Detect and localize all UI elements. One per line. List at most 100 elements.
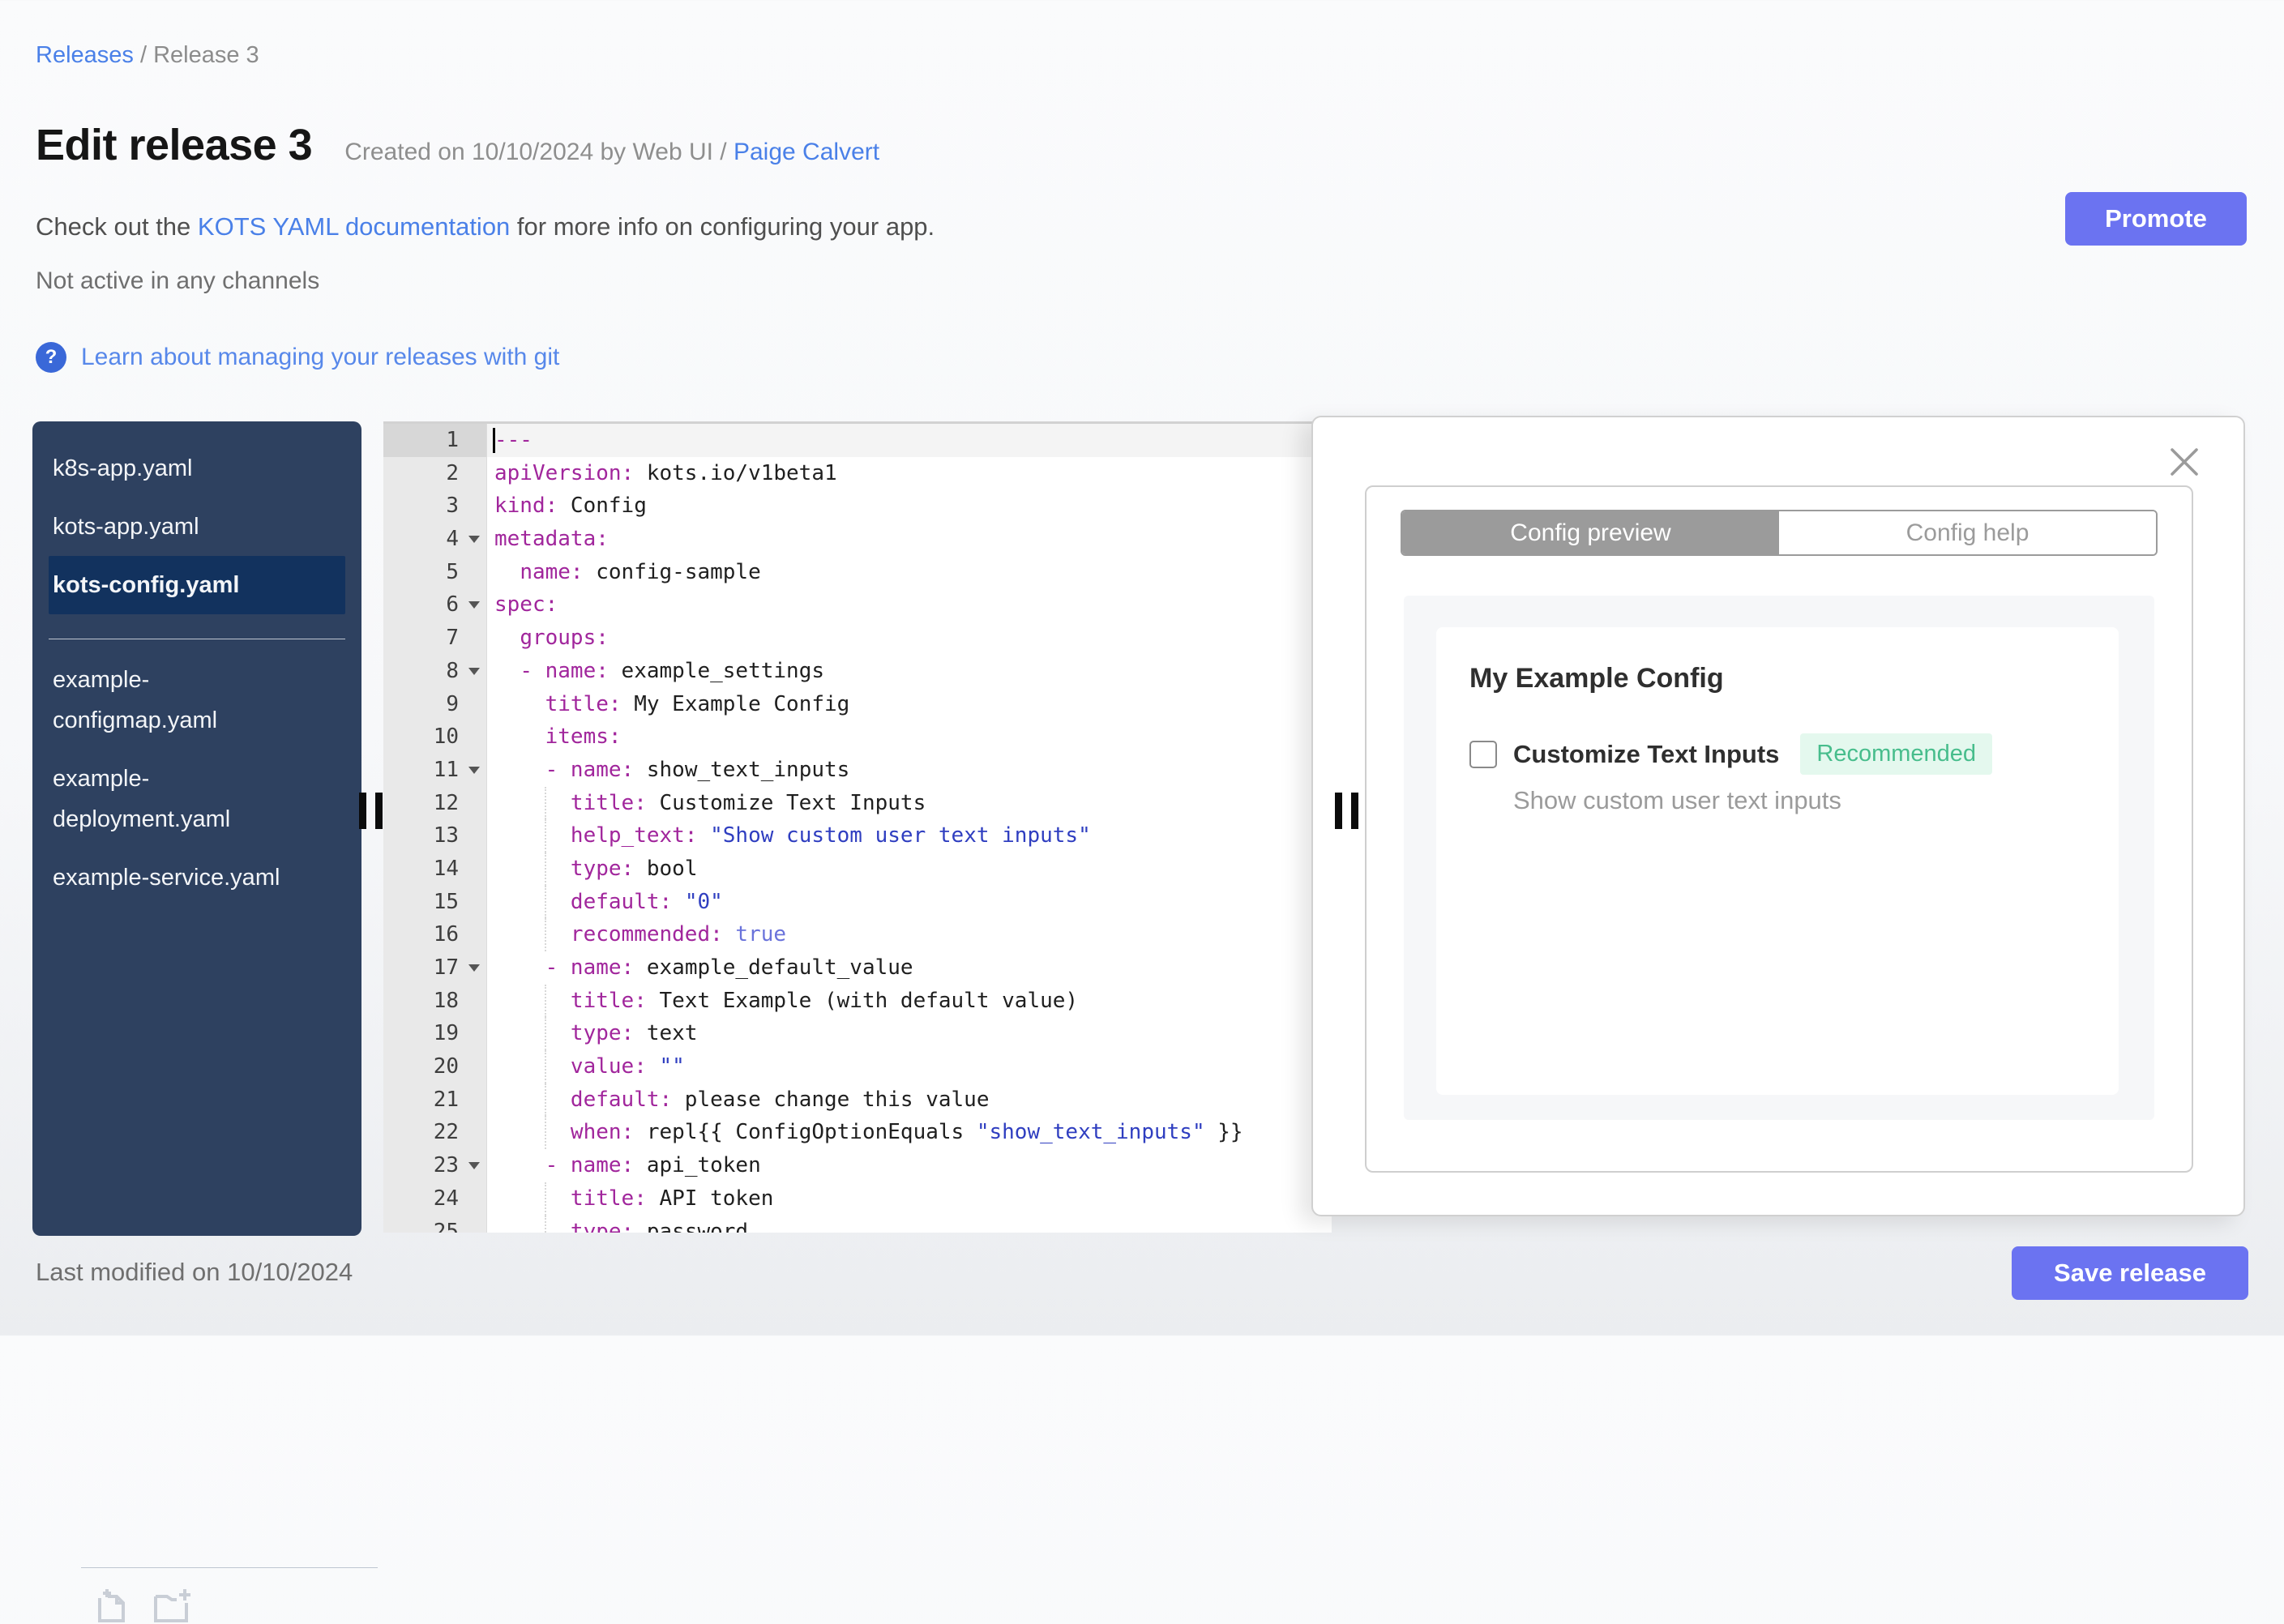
fold-arrow-icon[interactable] bbox=[468, 601, 480, 609]
code-line-10[interactable]: 10 items: bbox=[383, 720, 1332, 754]
code-line-20[interactable]: 20 value: "" bbox=[383, 1050, 1332, 1083]
line-number[interactable]: 16 bbox=[383, 918, 487, 951]
add-folder-icon[interactable] bbox=[152, 1587, 195, 1624]
git-help-link[interactable]: Learn about managing your releases with … bbox=[81, 344, 559, 371]
line-number[interactable]: 17 bbox=[383, 951, 487, 985]
code-line-12[interactable]: 12 title: Customize Text Inputs bbox=[383, 786, 1332, 820]
code-text[interactable]: spec: bbox=[487, 588, 1332, 622]
breadcrumb-releases-link[interactable]: Releases bbox=[36, 42, 134, 68]
kots-yaml-doc-link[interactable]: KOTS YAML documentation bbox=[198, 212, 510, 241]
code-text[interactable]: groups: bbox=[487, 622, 1332, 655]
code-line-19[interactable]: 19 type: text bbox=[383, 1017, 1332, 1051]
line-number[interactable]: 24 bbox=[383, 1182, 487, 1216]
line-number[interactable]: 7 bbox=[383, 622, 487, 655]
sidebar-file-example-deployment.yaml[interactable]: example-deployment.yaml bbox=[49, 750, 345, 848]
line-number[interactable]: 2 bbox=[383, 456, 487, 490]
sidebar-file-kots-config.yaml[interactable]: kots-config.yaml bbox=[49, 556, 345, 614]
code-line-7[interactable]: 7 groups: bbox=[383, 622, 1332, 655]
line-number[interactable]: 5 bbox=[383, 555, 487, 589]
code-text[interactable]: --- bbox=[487, 424, 1332, 457]
code-line-5[interactable]: 5 name: config-sample bbox=[383, 555, 1332, 589]
promote-button[interactable]: Promote bbox=[2065, 192, 2247, 246]
code-line-21[interactable]: 21 default: please change this value bbox=[383, 1083, 1332, 1117]
code-text[interactable]: title: API token bbox=[487, 1182, 1332, 1216]
code-line-11[interactable]: 11 - name: show_text_inputs bbox=[383, 753, 1332, 787]
fold-arrow-icon[interactable] bbox=[468, 964, 480, 972]
code-line-9[interactable]: 9 title: My Example Config bbox=[383, 687, 1332, 721]
code-text[interactable]: default: "0" bbox=[487, 885, 1332, 919]
sidebar-resize-handle-bar[interactable] bbox=[359, 793, 366, 829]
tab-config-help[interactable]: Config help bbox=[1779, 511, 2156, 554]
code-text[interactable]: when: repl{{ ConfigOptionEquals "show_te… bbox=[487, 1116, 1332, 1150]
code-line-16[interactable]: 16 recommended: true bbox=[383, 918, 1332, 951]
code-text[interactable]: recommended: true bbox=[487, 918, 1332, 951]
code-line-18[interactable]: 18 title: Text Example (with default val… bbox=[383, 984, 1332, 1018]
code-text[interactable]: - name: show_text_inputs bbox=[487, 754, 1332, 787]
line-number[interactable]: 22 bbox=[383, 1116, 487, 1150]
code-line-14[interactable]: 14 type: bool bbox=[383, 852, 1332, 886]
line-number[interactable]: 23 bbox=[383, 1149, 487, 1182]
line-number[interactable]: 10 bbox=[383, 720, 487, 754]
code-text[interactable]: - name: example_settings bbox=[487, 655, 1332, 688]
code-line-2[interactable]: 2 apiVersion: kots.io/v1beta1 bbox=[383, 456, 1332, 490]
code-text[interactable]: default: please change this value bbox=[487, 1083, 1332, 1117]
close-icon[interactable] bbox=[2167, 445, 2201, 479]
code-text[interactable]: title: My Example Config bbox=[487, 688, 1332, 721]
created-by-link[interactable]: Paige Calvert bbox=[734, 139, 879, 165]
code-line-13[interactable]: 13 help_text: "Show custom user text inp… bbox=[383, 819, 1332, 853]
git-help-row[interactable]: ? Learn about managing your releases wit… bbox=[36, 342, 559, 373]
code-text[interactable]: name: config-sample bbox=[487, 556, 1332, 589]
sidebar-file-example-configmap.yaml[interactable]: example-configmap.yaml bbox=[49, 651, 345, 750]
code-text[interactable]: help_text: "Show custom user text inputs… bbox=[487, 819, 1332, 853]
code-text[interactable]: value: "" bbox=[487, 1050, 1332, 1083]
code-line-8[interactable]: 8 - name: example_settings bbox=[383, 654, 1332, 688]
line-number[interactable]: 3 bbox=[383, 489, 487, 524]
code-line-15[interactable]: 15 default: "0" bbox=[383, 885, 1332, 919]
code-line-22[interactable]: 22 when: repl{{ ConfigOptionEquals "show… bbox=[383, 1116, 1332, 1150]
code-line-6[interactable]: 6 spec: bbox=[383, 588, 1332, 622]
line-number[interactable]: 9 bbox=[383, 687, 487, 721]
line-number[interactable]: 13 bbox=[383, 819, 487, 853]
sidebar-file-kots-app.yaml[interactable]: kots-app.yaml bbox=[49, 498, 345, 556]
line-number[interactable]: 19 bbox=[383, 1017, 487, 1051]
code-line-4[interactable]: 4 metadata: bbox=[383, 523, 1332, 556]
code-text[interactable]: - name: api_token bbox=[487, 1149, 1332, 1182]
sidebar-file-example-service.yaml[interactable]: example-service.yaml bbox=[49, 848, 345, 907]
line-number[interactable]: 12 bbox=[383, 786, 487, 820]
code-line-1[interactable]: 1 --- bbox=[383, 424, 1332, 457]
code-line-25[interactable]: 25 type: password bbox=[383, 1215, 1332, 1233]
line-number[interactable]: 8 bbox=[383, 654, 487, 688]
tab-config-preview[interactable]: Config preview bbox=[1402, 511, 1779, 554]
editor-resize-handle-bar[interactable] bbox=[1351, 793, 1358, 829]
code-text[interactable]: metadata: bbox=[487, 523, 1332, 556]
line-number[interactable]: 15 bbox=[383, 885, 487, 919]
code-text[interactable]: apiVersion: kots.io/v1beta1 bbox=[487, 457, 1332, 490]
fold-arrow-icon[interactable] bbox=[468, 1162, 480, 1170]
sidebar-resize-handle-bar[interactable] bbox=[375, 793, 383, 829]
line-number[interactable]: 18 bbox=[383, 984, 487, 1018]
code-text[interactable]: type: bool bbox=[487, 852, 1332, 886]
code-text[interactable]: - name: example_default_value bbox=[487, 951, 1332, 985]
line-number[interactable]: 11 bbox=[383, 753, 487, 787]
line-number[interactable]: 4 bbox=[383, 523, 487, 556]
line-number[interactable]: 6 bbox=[383, 588, 487, 622]
line-number[interactable]: 14 bbox=[383, 852, 487, 886]
code-line-3[interactable]: 3 kind: Config bbox=[383, 489, 1332, 524]
line-number[interactable]: 25 bbox=[383, 1215, 487, 1233]
code-line-24[interactable]: 24 title: API token bbox=[383, 1182, 1332, 1216]
fold-arrow-icon[interactable] bbox=[468, 536, 480, 544]
fold-arrow-icon[interactable] bbox=[468, 667, 480, 675]
line-number[interactable]: 20 bbox=[383, 1050, 487, 1083]
line-number[interactable]: 1 bbox=[383, 424, 487, 457]
code-text[interactable]: title: Customize Text Inputs bbox=[487, 786, 1332, 820]
code-line-17[interactable]: 17 - name: example_default_value bbox=[383, 951, 1332, 985]
customize-text-inputs-checkbox[interactable] bbox=[1469, 740, 1497, 768]
yaml-code-editor[interactable]: 1 --- 2 apiVersion: kots.io/v1beta1 3 kind: C… bbox=[383, 421, 1332, 1233]
code-text[interactable]: title: Text Example (with default value) bbox=[487, 984, 1332, 1018]
code-text[interactable]: type: text bbox=[487, 1017, 1332, 1051]
sidebar-file-k8s-app.yaml[interactable]: k8s-app.yaml bbox=[49, 439, 345, 498]
code-text[interactable]: items: bbox=[487, 720, 1332, 754]
code-text[interactable]: type: password bbox=[487, 1215, 1332, 1233]
line-number[interactable]: 21 bbox=[383, 1083, 487, 1117]
code-line-23[interactable]: 23 - name: api_token bbox=[383, 1149, 1332, 1182]
